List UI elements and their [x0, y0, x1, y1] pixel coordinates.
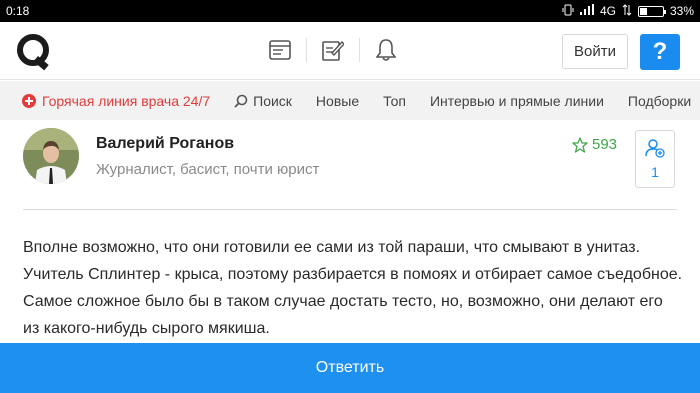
answer-text: Вполне возможно, что они готовили ее сам… [23, 239, 683, 337]
nav-hotline[interactable]: Горячая линия врача 24/7 [22, 93, 210, 109]
header-separator [306, 38, 307, 62]
status-time: 0:18 [6, 4, 30, 18]
battery-icon [637, 5, 666, 17]
bell-icon[interactable] [372, 36, 400, 64]
medical-plus-icon [22, 93, 36, 108]
help-button[interactable]: ? [640, 34, 680, 70]
nav-search[interactable]: Поиск [234, 93, 292, 109]
nav-bar: Горячая линия врача 24/7 Поиск Новые Топ… [0, 81, 700, 120]
divider [23, 209, 677, 210]
follow-button[interactable]: 1 [635, 130, 675, 188]
author-name[interactable]: Валерий Роганов [96, 135, 234, 153]
answer-card: Валерий Роганов Журналист, басист, почти… [0, 120, 700, 343]
nav-search-label: Поиск [253, 92, 292, 109]
nav-hotline-label: Горячая линия врача 24/7 [42, 92, 211, 109]
data-arrows-icon [622, 3, 632, 19]
nav-item-collections[interactable]: Подборки [628, 93, 691, 109]
app-header: Войти ? [0, 22, 700, 80]
avatar[interactable] [23, 128, 79, 184]
network-type: 4G [599, 4, 616, 18]
nav-item-top[interactable]: Топ [383, 93, 406, 109]
followers-count: 1 [651, 164, 659, 180]
status-bar: 0:18 4G 33% [0, 0, 700, 22]
star-icon [572, 136, 588, 153]
search-icon [234, 94, 248, 108]
nav-item-new[interactable]: Новые [316, 93, 359, 109]
write-icon[interactable] [319, 36, 347, 64]
login-button[interactable]: Войти [562, 34, 628, 69]
battery-level: 33% [669, 4, 694, 18]
header-separator [359, 38, 360, 62]
add-user-icon [645, 139, 665, 158]
signal-icon [579, 4, 594, 18]
feed-icon[interactable] [266, 36, 294, 64]
vibrate-icon [562, 4, 574, 19]
author-description: Журналист, басист, почти юрист [96, 161, 320, 178]
rating-value: 593 [592, 136, 618, 153]
rating: 593 [572, 136, 617, 153]
q-logo-icon[interactable] [14, 32, 58, 72]
nav-item-interviews[interactable]: Интервью и прямые линии [430, 93, 604, 109]
reply-button[interactable]: Ответить [0, 343, 700, 393]
